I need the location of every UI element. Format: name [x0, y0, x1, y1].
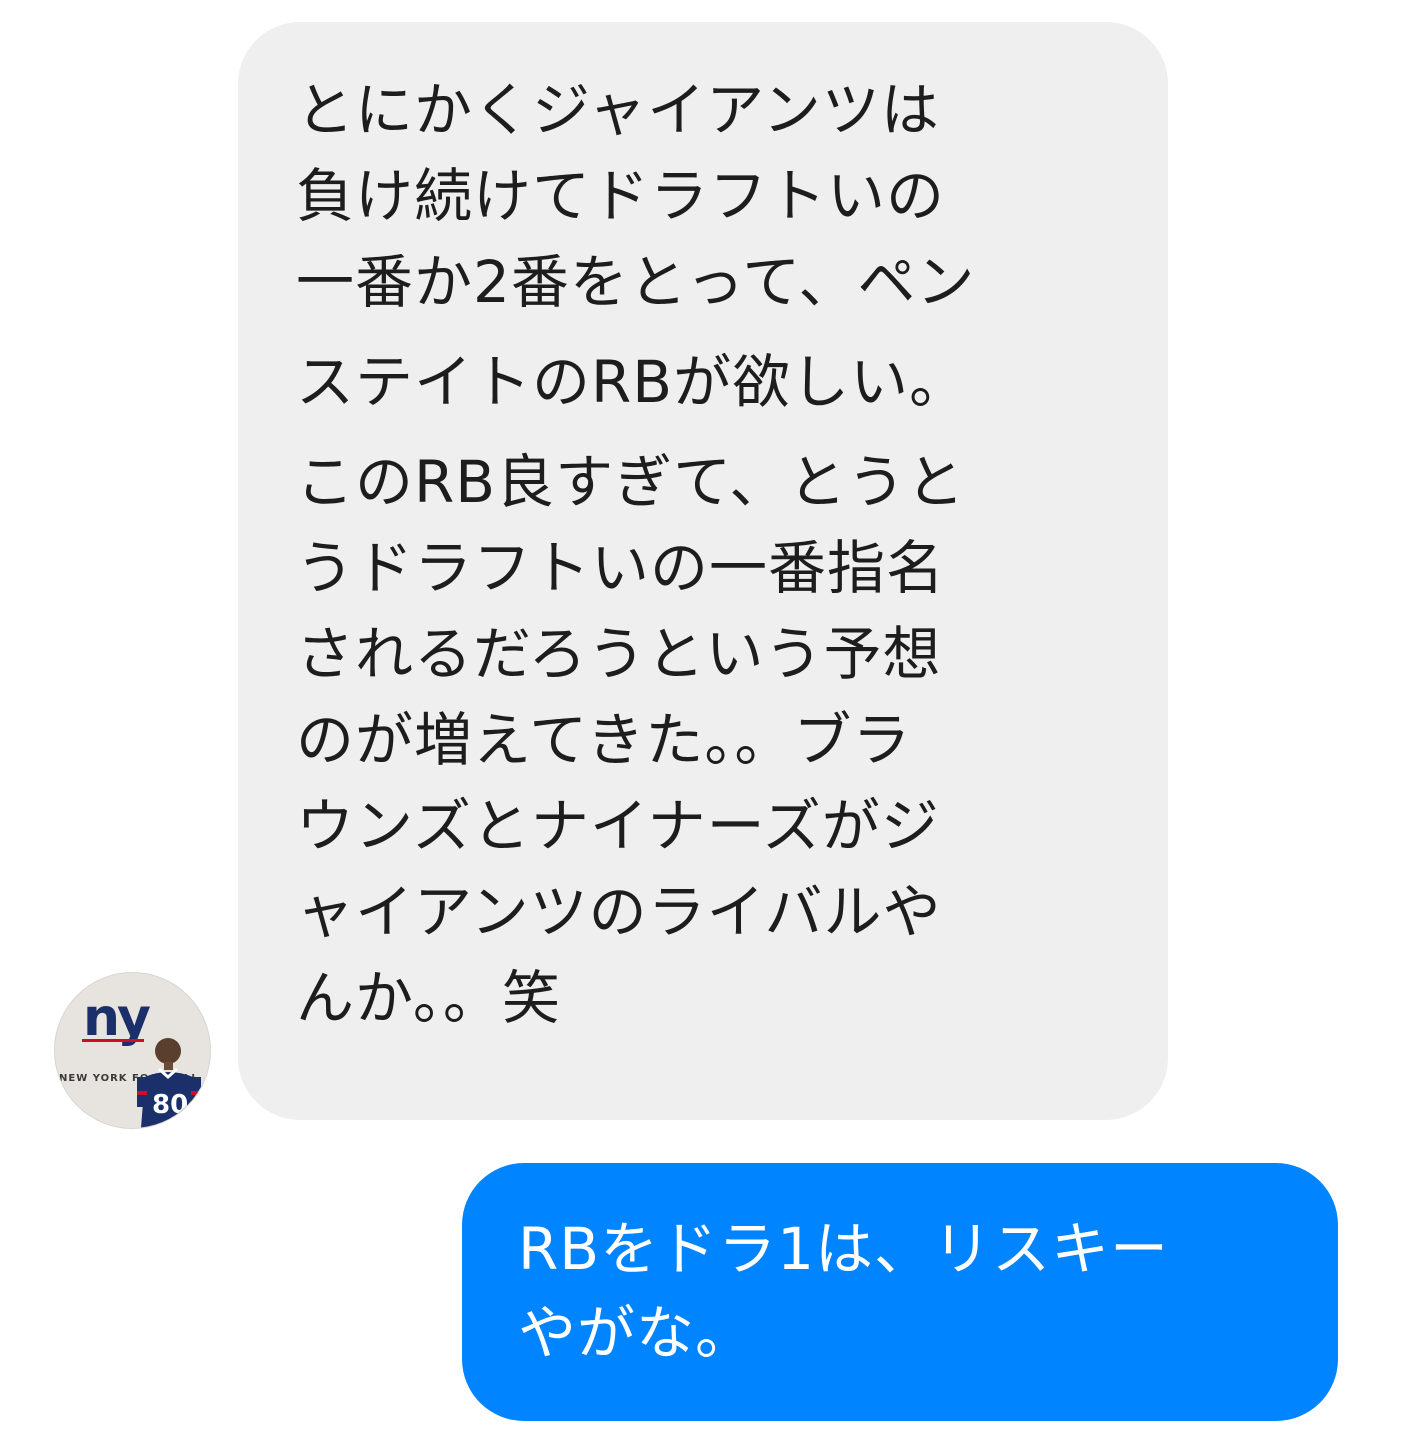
- message-line: のが増えてきた。。ブラ: [296, 706, 912, 774]
- sender-avatar[interactable]: ny NEW YORK FOOTBALL 80: [54, 972, 211, 1129]
- message-line: 一番か2番をとって、ペン: [296, 248, 976, 316]
- message-line: ステイトのRBが欲しい。: [296, 348, 969, 416]
- message-thread: ny NEW YORK FOOTBALL 80 とにかくジャイアンツは 負け続け…: [0, 0, 1426, 1448]
- jersey-number: 80: [152, 1090, 188, 1120]
- message-line: うドラフトいの一番指名: [296, 534, 946, 602]
- outgoing-message-bubble[interactable]: RBをドラ1は、リスキー やがな。: [462, 1163, 1338, 1421]
- message-line: やがな。: [518, 1299, 755, 1367]
- message-line: ウンズとナイナーズがジ: [296, 792, 940, 860]
- message-line: 負け続けてドラフトいの: [296, 162, 946, 230]
- avatar-photo-icon: ny NEW YORK FOOTBALL 80: [55, 973, 210, 1128]
- message-line: RBをドラ1は、リスキー: [518, 1215, 1169, 1283]
- message-line: ャイアンツのライバルや: [296, 878, 942, 946]
- incoming-message-bubble[interactable]: とにかくジャイアンツは 負け続けてドラフトいの 一番か2番をとって、ペン ステイ…: [238, 22, 1168, 1120]
- message-line: されるだろうという予想: [296, 620, 942, 688]
- message-line: とにかくジャイアンツは: [296, 76, 940, 144]
- message-line: んか。。笑: [296, 964, 561, 1032]
- message-line: このRB良すぎて、とうと: [296, 448, 966, 516]
